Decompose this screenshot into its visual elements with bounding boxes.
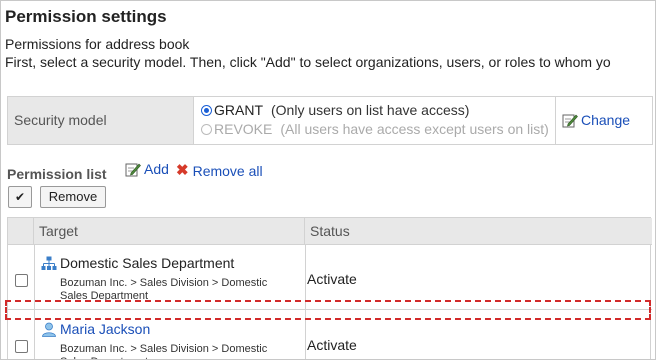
edit-icon xyxy=(562,114,578,128)
row-checkbox[interactable] xyxy=(15,340,28,353)
radio-revoke: REVOKE (All users have access except use… xyxy=(201,121,549,137)
security-model-options: GRANT (Only users on list have access) R… xyxy=(195,97,556,144)
radio-disabled-icon xyxy=(201,123,212,135)
permission-settings-panel: Permission settings Permissions for addr… xyxy=(0,0,656,360)
page-subtitle: Permissions for address book xyxy=(5,36,190,52)
delete-x-icon: ✖ xyxy=(176,162,189,179)
user-icon xyxy=(42,322,56,337)
row-target-name: Domestic Sales Department xyxy=(60,255,235,271)
remove-button[interactable]: Remove xyxy=(40,186,106,208)
page-instruction: First, select a security model. Then, cl… xyxy=(5,54,611,70)
change-label: Change xyxy=(581,112,631,128)
remove-all-label: Remove all xyxy=(192,163,263,179)
add-link[interactable]: Add xyxy=(125,161,169,177)
select-all-button[interactable]: ✔ xyxy=(8,186,32,208)
highlight-box xyxy=(5,300,651,320)
add-label: Add xyxy=(144,161,169,177)
row-status: Activate xyxy=(307,337,357,353)
organization-icon xyxy=(41,256,57,270)
row-target-path: Bozuman Inc. > Sales Division > Domestic… xyxy=(60,343,268,359)
row-status: Activate xyxy=(307,271,357,287)
column-header-checkbox xyxy=(8,218,34,245)
remove-all-link[interactable]: ✖ Remove all xyxy=(176,163,263,179)
radio-grant-label: GRANT xyxy=(214,102,263,118)
add-edit-icon xyxy=(125,163,141,177)
radio-grant[interactable]: GRANT (Only users on list have access) xyxy=(201,102,469,118)
column-header-status: Status xyxy=(305,218,652,245)
row-target-user-link[interactable]: Maria Jackson xyxy=(60,321,150,337)
table-row-target: Domestic Sales Department xyxy=(41,255,234,271)
security-model-label: Security model xyxy=(8,97,194,144)
table-row-target: Maria Jackson xyxy=(41,321,150,337)
change-link[interactable]: Change xyxy=(562,112,630,128)
radio-selected-icon[interactable] xyxy=(201,104,212,116)
permission-list-heading: Permission list xyxy=(7,166,107,182)
permission-table: Target Status Domestic Sales Department … xyxy=(7,217,652,359)
radio-revoke-label: REVOKE xyxy=(214,121,273,137)
radio-grant-note: (Only users on list have access) xyxy=(271,102,470,118)
row-checkbox[interactable] xyxy=(15,274,28,287)
page-title: Permission settings xyxy=(5,7,167,26)
security-model-table: Security model GRANT (Only users on list… xyxy=(7,96,653,145)
column-header-target: Target xyxy=(34,218,305,245)
radio-revoke-note: (All users have access except users on l… xyxy=(280,121,549,137)
